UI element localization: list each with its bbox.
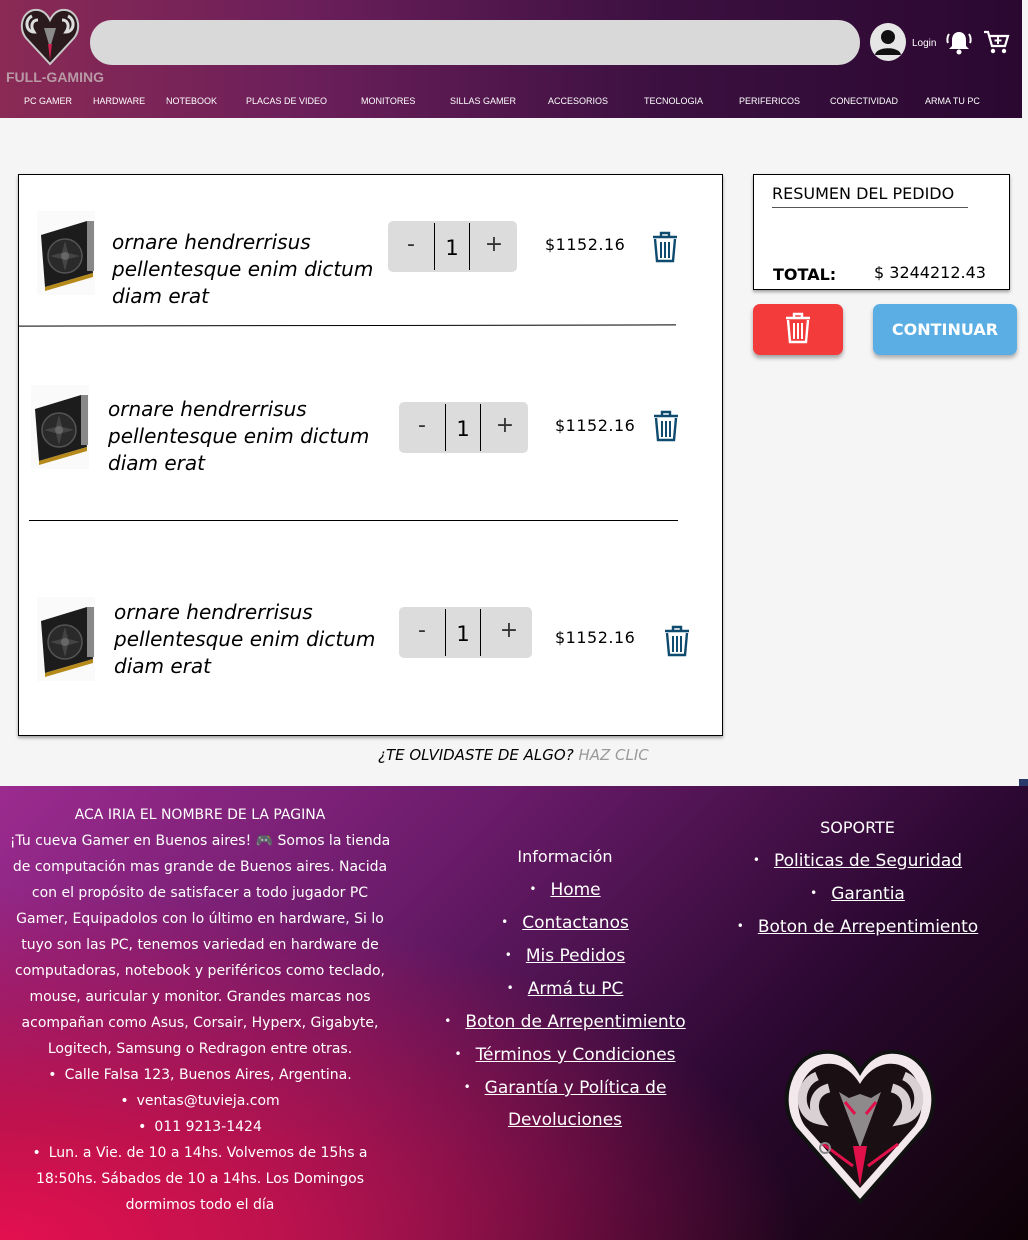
about-text: ¡Tu cueva Gamer en Buenos aires! 🎮 Somos… <box>9 833 391 1057</box>
contact-phone: 011 9213-1424 <box>6 1114 394 1140</box>
footer-about: ACA IRIA EL NOMBRE DE LA PAGINA ¡Tu cuev… <box>0 802 400 1218</box>
gpu-image <box>37 597 95 681</box>
footer-link-terminos[interactable]: Términos y Condiciones <box>476 1045 676 1065</box>
total-label: TOTAL: <box>773 265 837 284</box>
item-price: $1152.16 <box>555 416 636 435</box>
item-price: $1152.16 <box>555 628 636 647</box>
total-value: $ 3244212.43 <box>874 263 986 282</box>
ram-heart-logo <box>784 1049 936 1206</box>
nav-accesorios[interactable]: ACCESORIOS <box>548 96 608 106</box>
nav-tecnologia[interactable]: TECNOLOGIA <box>644 96 703 106</box>
login-link[interactable]: Login <box>912 38 936 49</box>
footer-info: Información Home Contactanos Mis Pedidos… <box>420 841 710 1136</box>
gpu-image <box>37 211 95 295</box>
footer-link-home[interactable]: Home <box>550 880 600 900</box>
decrease-button[interactable]: - <box>388 221 434 272</box>
trash-icon[interactable] <box>653 410 679 442</box>
quantity-value[interactable]: 1 <box>434 223 470 270</box>
nav-placas-de-video[interactable]: PLACAS DE VIDEO <box>246 96 327 106</box>
decrease-button[interactable]: - <box>399 402 445 453</box>
contact-email: ventas@tuvieja.com <box>6 1088 394 1114</box>
footer-link-garantia[interactable]: Garantia <box>831 884 905 904</box>
info-title: Información <box>517 847 613 866</box>
continue-button[interactable]: CONTINUAR <box>873 304 1017 355</box>
quantity-value[interactable]: 1 <box>445 609 481 656</box>
cart-icon[interactable] <box>982 28 1010 56</box>
nav-arma-tu-pc[interactable]: ARMA TU PC <box>925 96 980 106</box>
increase-button[interactable]: + <box>482 402 528 453</box>
footer-link-arrepentimiento[interactable]: Boton de Arrepentimiento <box>465 1012 685 1032</box>
nav-sillas-gamer[interactable]: SILLAS GAMER <box>450 96 516 106</box>
nav-conectividad[interactable]: CONECTIVIDAD <box>830 96 898 106</box>
user-icon[interactable] <box>870 23 906 61</box>
footer-link-arma-tu-pc[interactable]: Armá tu PC <box>528 979 624 999</box>
contact-hours: Lun. a Vie. de 10 a 14hs. Volvemos de 15… <box>6 1140 394 1218</box>
trash-icon[interactable] <box>652 231 678 263</box>
nav-pc-gamer[interactable]: PC GAMER <box>24 96 72 106</box>
nav-perifericos[interactable]: PERIFERICOS <box>739 96 800 106</box>
bell-icon[interactable] <box>945 28 973 56</box>
click-here-link[interactable]: HAZ CLIC <box>578 746 648 764</box>
increase-button[interactable]: + <box>471 221 517 272</box>
quantity-value[interactable]: 1 <box>445 404 481 451</box>
item-price: $1152.16 <box>545 235 626 254</box>
header: FULL-GAMING Login PC GAMER HARDWARE NOTE… <box>0 0 1022 118</box>
cart-items-panel: ornare hendrerrisus pellentesque enim di… <box>18 174 723 736</box>
site-name: ACA IRIA EL NOMBRE DE LA PAGINA <box>74 807 326 823</box>
brand-name: FULL-GAMING <box>6 69 104 85</box>
forgot-prompt: ¿TE OLVIDASTE DE ALGO? HAZ CLIC <box>378 746 649 764</box>
nav-notebook[interactable]: NOTEBOOK <box>166 96 217 106</box>
item-divider <box>29 520 678 521</box>
footer: ACA IRIA EL NOMBRE DE LA PAGINA ¡Tu cuev… <box>0 786 1028 1240</box>
footer-link-mis-pedidos[interactable]: Mis Pedidos <box>526 946 625 966</box>
order-summary: RESUMEN DEL PEDIDO TOTAL: $ 3244212.43 <box>753 174 1010 290</box>
gpu-image <box>31 385 89 469</box>
footer-support: SOPORTE Politicas de Seguridad Garantia … <box>715 812 1000 943</box>
trash-icon[interactable] <box>664 625 690 657</box>
category-nav: PC GAMER HARDWARE NOTEBOOK PLACAS DE VID… <box>0 96 1022 110</box>
footer-link-seguridad[interactable]: Politicas de Seguridad <box>774 851 962 871</box>
ram-heart-logo[interactable] <box>18 4 82 68</box>
footer-link-arrepentimiento-soporte[interactable]: Boton de Arrepentimiento <box>758 917 978 937</box>
footer-link-contactanos[interactable]: Contactanos <box>522 913 629 933</box>
contact-address: Calle Falsa 123, Buenos Aires, Argentina… <box>6 1062 394 1088</box>
increase-button[interactable]: + <box>486 607 532 658</box>
quantity-stepper: - 1 + <box>399 607 532 658</box>
decrease-button[interactable]: - <box>399 607 445 658</box>
nav-monitores[interactable]: MONITORES <box>361 96 415 106</box>
item-divider <box>18 324 677 327</box>
summary-title: RESUMEN DEL PEDIDO <box>772 183 968 208</box>
item-name: ornare hendrerrisus pellentesque enim di… <box>108 397 370 475</box>
item-name: ornare hendrerrisus pellentesque enim di… <box>112 230 374 308</box>
quantity-stepper: - 1 + <box>388 221 517 272</box>
quantity-stepper: - 1 + <box>399 402 528 453</box>
forgot-question: ¿TE OLVIDASTE DE ALGO? <box>378 746 574 764</box>
support-title: SOPORTE <box>820 818 895 837</box>
edge-marker <box>1019 779 1028 786</box>
item-name: ornare hendrerrisus pellentesque enim di… <box>114 600 376 678</box>
nav-hardware[interactable]: HARDWARE <box>93 96 145 106</box>
search-input[interactable] <box>90 20 860 65</box>
footer-link-garantia-devoluciones[interactable]: Garantía y Política de Devoluciones <box>485 1078 667 1130</box>
trash-icon <box>786 312 810 344</box>
clear-cart-button[interactable] <box>753 304 843 355</box>
